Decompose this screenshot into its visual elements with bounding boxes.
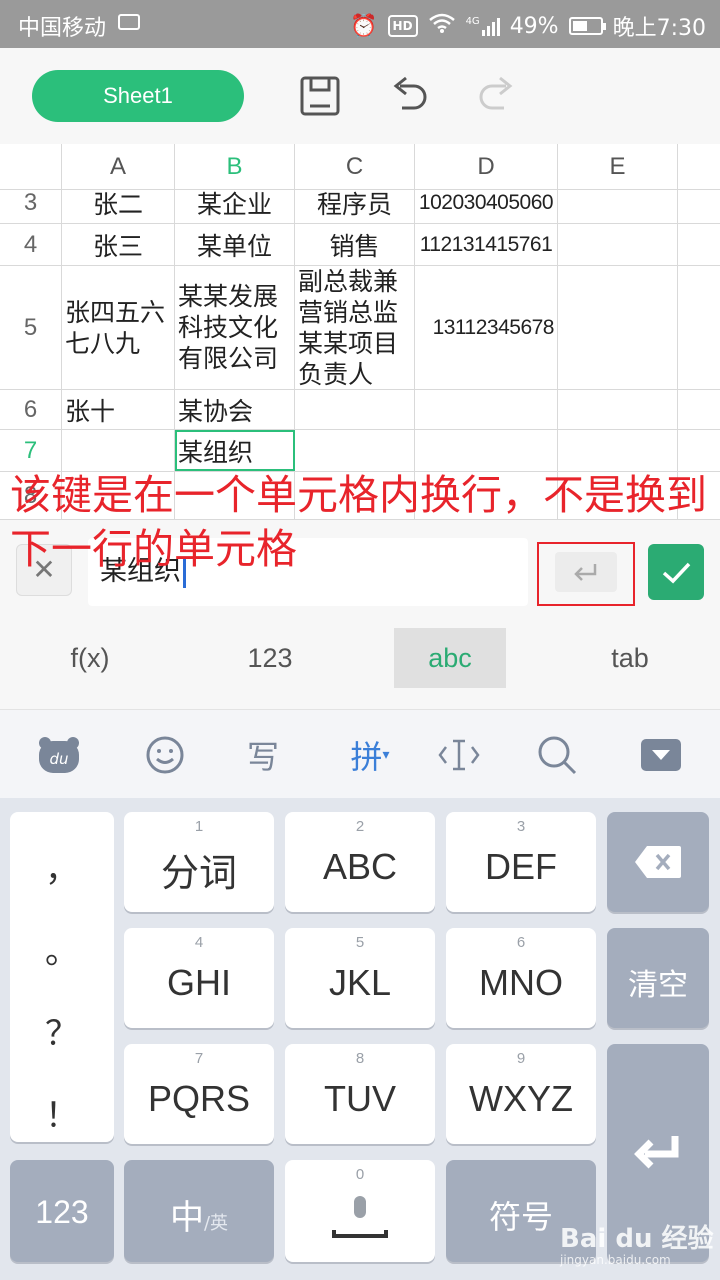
corner-cell[interactable] [0, 144, 62, 190]
cell[interactable]: 某某发展 科技文化 有限公司 [175, 266, 295, 389]
emoji-icon[interactable] [140, 730, 190, 780]
signal-icon: 4G [466, 16, 500, 36]
mode-abc[interactable]: abc [394, 628, 506, 688]
key-7[interactable]: 7 PQRS [124, 1044, 274, 1144]
column-header-d[interactable]: D [415, 144, 558, 190]
cell[interactable] [415, 430, 558, 471]
cell-text: 张四五六 七八九 [65, 297, 166, 358]
t9-keyboard: ， 。 ？ ！ 1 分词 2 ABC 3 DEF 4 GHI 5 JKL 6 MNO 清空 … [0, 798, 720, 1280]
cell-text: 副总裁兼 营销总监 某某项目 负责人 [298, 266, 399, 389]
key-8[interactable]: 8 TUV [285, 1044, 435, 1144]
cell[interactable] [558, 224, 678, 265]
column-header-c[interactable]: C [295, 144, 415, 190]
status-bar: 中国移动 ⏰ HD 4G 49% 晚上7:30 [0, 0, 720, 48]
annotation-text: 该键是在一个单元格内换行，不是换到下一行的单元格 [10, 471, 707, 573]
cell[interactable]: 112131415761 [415, 224, 558, 265]
battery-icon [568, 17, 606, 35]
cell[interactable]: 张十 [62, 390, 175, 429]
baidu-logo-icon[interactable]: du [34, 730, 84, 780]
mode-fx[interactable]: f(x) [30, 628, 150, 688]
row-header[interactable]: 5 [0, 266, 62, 389]
cell[interactable] [558, 390, 678, 429]
search-icon[interactable] [532, 730, 582, 780]
key-9[interactable]: 9 WXYZ [446, 1044, 596, 1144]
selected-cell[interactable]: 某组织 [175, 430, 295, 471]
punctuation-column[interactable]: ， 。 ？ ！ [10, 812, 114, 1142]
undo-icon[interactable] [384, 72, 432, 120]
space-key[interactable]: 0 [285, 1160, 435, 1262]
save-icon[interactable] [296, 72, 344, 120]
cell[interactable] [558, 266, 678, 389]
keyboard-icon [118, 14, 140, 30]
clock: 晚上7:30 [612, 16, 706, 41]
hide-keyboard-icon[interactable] [636, 730, 686, 780]
table-row: 4 张三 某单位 销售 112131415761 [0, 224, 720, 266]
row-header[interactable]: 4 [0, 224, 62, 265]
column-header-e[interactable]: E [558, 144, 678, 190]
carrier-name: 中国移动 [18, 16, 107, 41]
table-row: 7 某组织 [0, 430, 720, 472]
cell[interactable]: 某协会 [175, 390, 295, 429]
punct-period[interactable]: 。 [10, 924, 114, 973]
hd-icon: HD [387, 15, 418, 37]
alarm-icon: ⏰ [350, 13, 378, 39]
top-toolbar: Sheet1 [0, 48, 720, 144]
key-5[interactable]: 5 JKL [285, 928, 435, 1028]
backspace-icon [635, 846, 681, 878]
language-switch-key[interactable]: 中/英 [124, 1160, 274, 1262]
backspace-key[interactable] [607, 812, 709, 912]
handwriting-icon[interactable]: 写 [238, 730, 288, 780]
cell[interactable] [62, 430, 175, 471]
row-header[interactable]: 6 [0, 390, 62, 429]
cell[interactable]: 销售 [295, 224, 415, 265]
cell[interactable]: 某单位 [175, 224, 295, 265]
mode-tab[interactable]: tab [570, 628, 690, 688]
cursor-move-icon[interactable] [434, 730, 484, 780]
wifi-icon [428, 12, 456, 40]
punct-question[interactable]: ？ [10, 1006, 114, 1055]
spreadsheet-grid: A B C D E 3 张二 某企业 程序员 102030405060 4 张三… [0, 144, 720, 520]
column-header-a[interactable]: A [62, 144, 175, 190]
redo-icon[interactable] [474, 72, 522, 120]
cell[interactable]: 13112345678 [415, 266, 558, 389]
ime-toolbar: du 写 拼 ▾ [0, 710, 720, 798]
baidu-watermark: Bai du 经验 jingyan.baidu.com [560, 1224, 714, 1267]
key-2[interactable]: 2 ABC [285, 812, 435, 912]
sheet-tab[interactable]: Sheet1 [32, 70, 244, 122]
row-header[interactable]: 7 [0, 430, 62, 471]
cell[interactable]: 张四五六 七八九 [62, 266, 175, 389]
battery-level: 49% [509, 13, 559, 39]
punct-exclamation[interactable]: ！ [10, 1088, 114, 1137]
key-3[interactable]: 3 DEF [446, 812, 596, 912]
cell[interactable] [295, 390, 415, 429]
table-row: 5 张四五六 七八九 某某发展 科技文化 有限公司 副总裁兼 营销总监 某某项目… [0, 266, 720, 390]
cell[interactable]: 张三 [62, 224, 175, 265]
cell[interactable] [558, 430, 678, 471]
cell[interactable] [415, 390, 558, 429]
column-header-b[interactable]: B [175, 144, 295, 190]
cell-text: 某某发展 科技文化 有限公司 [178, 282, 279, 373]
input-mode-bar: f(x) 123 abc tab [0, 616, 720, 710]
column-header-row: A B C D E [0, 144, 720, 190]
punct-comma[interactable]: ， [10, 842, 114, 891]
microphone-icon [332, 1196, 388, 1238]
key-6[interactable]: 6 MNO [446, 928, 596, 1028]
table-row: 6 张十 某协会 [0, 390, 720, 430]
numbers-key[interactable]: 123 [10, 1160, 114, 1262]
mode-123[interactable]: 123 [210, 628, 330, 688]
cell[interactable]: 副总裁兼 营销总监 某某项目 负责人 [295, 266, 415, 389]
key-4[interactable]: 4 GHI [124, 928, 274, 1028]
clear-key[interactable]: 清空 [607, 928, 709, 1028]
key-1[interactable]: 1 分词 [124, 812, 274, 912]
pinyin-icon[interactable]: 拼 ▾ [340, 730, 400, 780]
enter-icon [634, 1136, 679, 1169]
svg-text:du: du [49, 750, 68, 768]
cell[interactable] [295, 430, 415, 471]
